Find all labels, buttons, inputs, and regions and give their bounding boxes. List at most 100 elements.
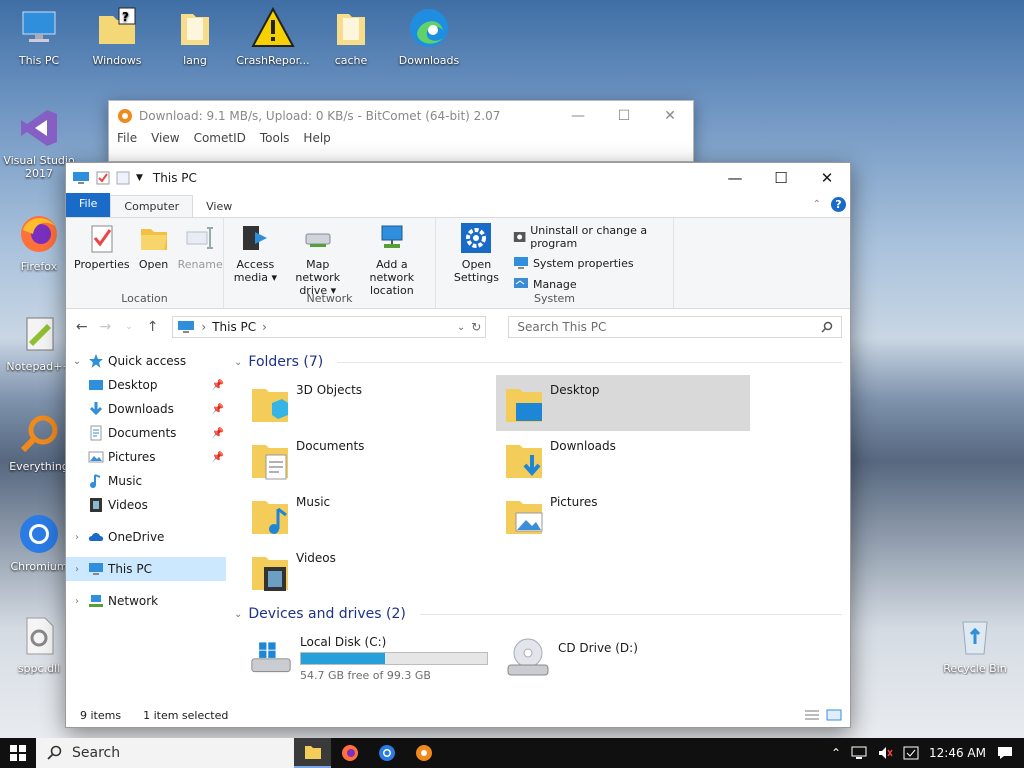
- nav-downloads[interactable]: Downloads 📌: [66, 397, 226, 421]
- system-properties-button[interactable]: System properties: [513, 255, 669, 271]
- computer-icon: [73, 172, 89, 184]
- bitcomet-title-bar[interactable]: Download: 9.1 MB/s, Upload: 0 KB/s - Bit…: [109, 101, 693, 131]
- start-button[interactable]: [0, 738, 36, 768]
- large-icons-view-icon[interactable]: [826, 709, 842, 721]
- drive-d-name: CD Drive (D:): [558, 641, 638, 655]
- taskbar-chromium[interactable]: [368, 738, 405, 768]
- clock[interactable]: 12:46 AM: [929, 746, 986, 760]
- taskbar-search-box[interactable]: Search: [36, 738, 294, 768]
- help-icon[interactable]: ?: [831, 197, 846, 212]
- expanded-chevron-icon[interactable]: ⌄: [234, 357, 242, 368]
- nav-videos[interactable]: Videos: [66, 493, 226, 517]
- address-dropdown-icon[interactable]: ⌄: [457, 322, 465, 333]
- address-box[interactable]: › This PC › ⌄ ↻: [172, 316, 487, 338]
- minimize-icon[interactable]: —: [712, 163, 758, 193]
- nav-onedrive[interactable]: › OneDrive: [66, 525, 226, 549]
- selection-count: 1 item selected: [143, 708, 229, 722]
- action-center-security-icon[interactable]: [903, 746, 919, 760]
- network-drive-icon: [305, 233, 331, 247]
- settings-gear-icon: [461, 223, 492, 253]
- music-note-icon: [90, 474, 101, 488]
- drive-d[interactable]: CD Drive (D:): [496, 631, 750, 686]
- nav-desktop[interactable]: Desktop 📌: [66, 373, 226, 397]
- maximize-icon[interactable]: ☐: [601, 108, 647, 124]
- folder-downloads[interactable]: Downloads: [496, 431, 750, 487]
- magnifier-icon: [20, 415, 58, 453]
- taskbar-bitcomet[interactable]: [405, 738, 442, 768]
- star-icon: [89, 354, 103, 368]
- back-arrow-icon[interactable]: ←: [74, 319, 90, 335]
- drive-c[interactable]: Local Disk (C:) 54.7 GB free of 99.3 GB: [242, 631, 496, 686]
- uninstall-program-button[interactable]: Uninstall or change a program: [513, 224, 669, 250]
- desktop-icon-windows[interactable]: ? Windows: [78, 6, 156, 67]
- desktop-icon-this-pc[interactable]: This PC: [0, 6, 78, 67]
- folder-videos[interactable]: Videos: [242, 543, 496, 599]
- desktop-icon-crashreporter[interactable]: CrashRepor...: [234, 6, 312, 67]
- maximize-icon[interactable]: ☐: [758, 163, 804, 193]
- nav-this-pc[interactable]: › This PC: [66, 557, 226, 581]
- taskbar-file-explorer[interactable]: [294, 738, 331, 768]
- collapsed-chevron-icon[interactable]: ›: [70, 564, 84, 575]
- folder-documents[interactable]: Documents: [242, 431, 496, 487]
- download-arrow-icon: [89, 402, 103, 416]
- tab-computer[interactable]: Computer: [110, 195, 194, 217]
- close-icon[interactable]: ✕: [647, 108, 693, 124]
- forward-arrow-icon[interactable]: →: [98, 319, 114, 335]
- folder-desktop[interactable]: Desktop: [496, 375, 750, 431]
- tab-file[interactable]: File: [66, 193, 111, 217]
- notifications-icon[interactable]: [996, 745, 1014, 761]
- nav-quick-access[interactable]: ⌄ Quick access: [66, 349, 226, 373]
- properties-check-icon[interactable]: [96, 171, 110, 185]
- minimize-icon[interactable]: —: [555, 108, 601, 124]
- desktop-icon-downloads[interactable]: Downloads: [390, 6, 468, 67]
- folder-music[interactable]: Music: [242, 487, 496, 543]
- expanded-chevron-icon[interactable]: ⌄: [70, 356, 84, 367]
- breadcrumb-this-pc[interactable]: This PC: [212, 320, 256, 334]
- add-network-location-icon: [381, 225, 403, 248]
- up-arrow-icon[interactable]: ↑: [145, 319, 161, 335]
- folders-section-header[interactable]: ⌄ Folders (7): [234, 349, 850, 375]
- folder-3d-objects[interactable]: 3D Objects: [242, 375, 496, 431]
- desktop-icon-recycle-bin[interactable]: Recycle Bin: [936, 614, 1014, 675]
- show-hidden-icons-icon[interactable]: ⌃: [831, 746, 841, 760]
- collapsed-chevron-icon[interactable]: ›: [70, 532, 84, 543]
- close-icon[interactable]: ✕: [804, 163, 850, 193]
- folder-pictures[interactable]: Pictures: [496, 487, 750, 543]
- expanded-chevron-icon[interactable]: ⌄: [234, 609, 242, 620]
- nav-music[interactable]: Music: [66, 469, 226, 493]
- 3d-objects-folder-icon: [252, 389, 288, 422]
- explorer-title-bar[interactable]: ▼ This PC — ☐ ✕: [66, 163, 850, 193]
- bitcomet-icon: [415, 745, 432, 761]
- desktop-icon-lang[interactable]: lang: [156, 6, 234, 67]
- system-properties-icon: [513, 257, 528, 269]
- explorer-body: ⌄ Quick access Desktop 📌 Downloads 📌 Doc…: [66, 345, 850, 703]
- drives-section-header[interactable]: ⌄ Devices and drives (2): [234, 601, 850, 627]
- refresh-icon[interactable]: ↻: [471, 320, 481, 334]
- desktop-icon-cache[interactable]: cache: [312, 6, 390, 67]
- nav-documents[interactable]: Documents 📌: [66, 421, 226, 445]
- tab-view[interactable]: View: [193, 196, 245, 217]
- network-status-icon[interactable]: [851, 746, 867, 760]
- volume-muted-icon[interactable]: [877, 746, 893, 760]
- search-input[interactable]: Search This PC: [508, 316, 843, 338]
- manage-button[interactable]: Manage: [513, 276, 669, 292]
- bitcomet-menu-cometid[interactable]: CometID: [194, 131, 246, 145]
- explorer-window[interactable]: ▼ This PC — ☐ ✕ File Computer View ⌃ ? P…: [65, 162, 851, 728]
- nav-pictures[interactable]: Pictures 📌: [66, 445, 226, 469]
- recent-dropdown-icon[interactable]: ⌄: [121, 322, 137, 332]
- bitcomet-menu-tools[interactable]: Tools: [260, 131, 290, 145]
- bitcomet-menu-help[interactable]: Help: [303, 131, 330, 145]
- nav-network[interactable]: › Network: [66, 589, 226, 613]
- collapsed-chevron-icon[interactable]: ›: [70, 596, 84, 607]
- qat-dropdown-icon[interactable]: ▼: [136, 173, 143, 183]
- bitcomet-menu-file[interactable]: File: [117, 131, 137, 145]
- details-view-icon[interactable]: [804, 709, 820, 721]
- bitcomet-menu-view[interactable]: View: [151, 131, 179, 145]
- bitcomet-window[interactable]: Download: 9.1 MB/s, Upload: 0 KB/s - Bit…: [108, 100, 694, 162]
- ribbon-collapse-icon[interactable]: ⌃: [813, 199, 821, 210]
- desktop-folder-icon: [89, 380, 103, 390]
- taskbar-firefox[interactable]: [331, 738, 368, 768]
- drive-c-usage-bar: [300, 652, 488, 665]
- new-folder-icon[interactable]: [116, 171, 130, 185]
- explorer-title: This PC: [152, 171, 197, 185]
